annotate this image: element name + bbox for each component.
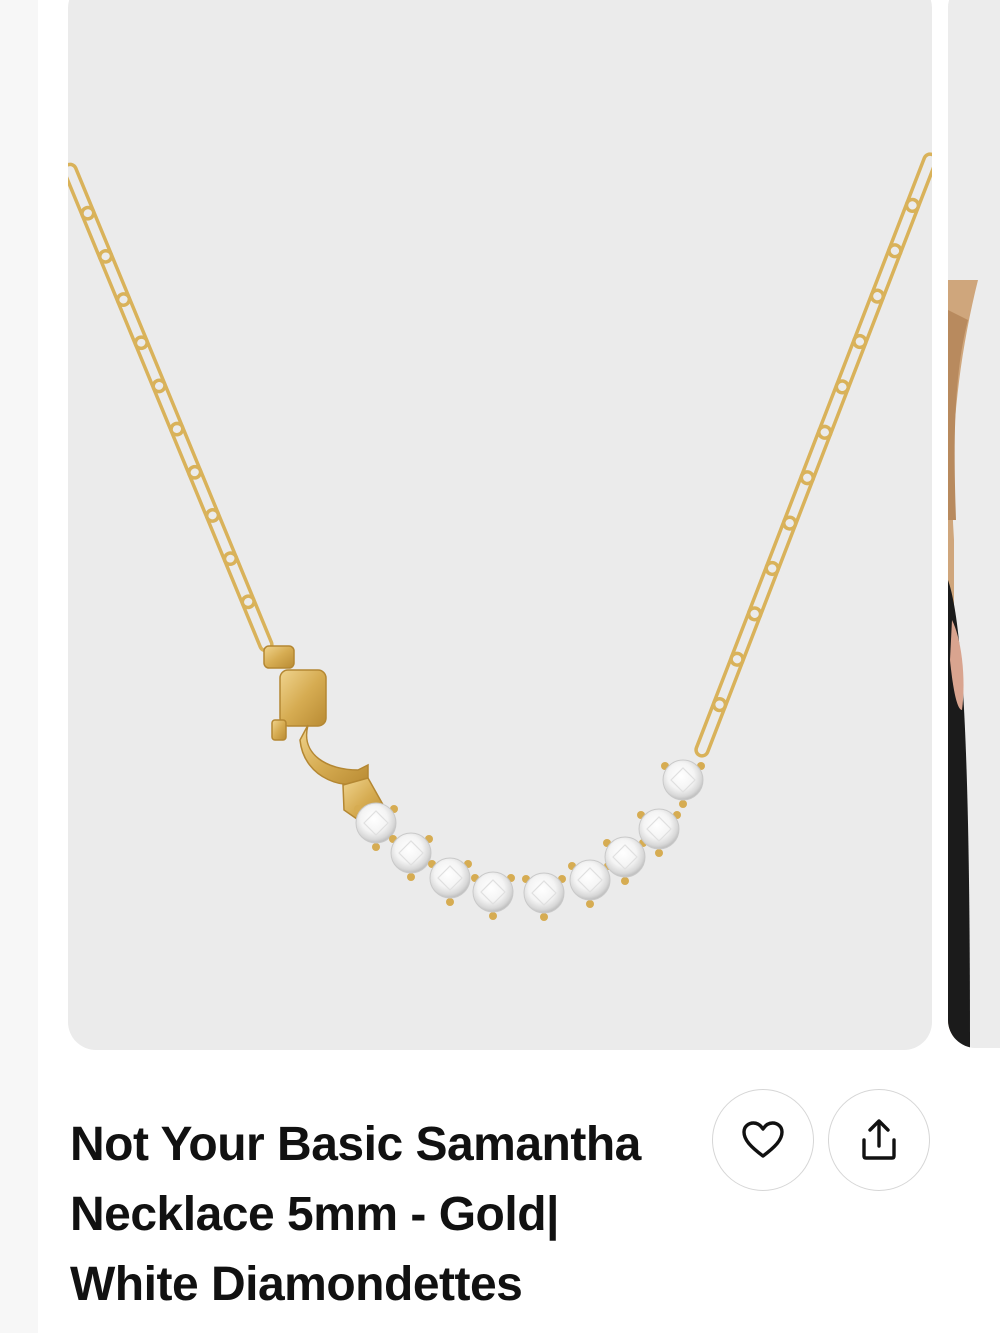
chain-link bbox=[694, 697, 728, 758]
stone bbox=[471, 871, 515, 920]
share-icon bbox=[862, 1119, 896, 1160]
chain-link bbox=[187, 464, 221, 523]
stone bbox=[389, 832, 433, 881]
chain-link bbox=[98, 248, 132, 307]
product-title-line-1: Not Your Basic Samantha bbox=[70, 1118, 641, 1171]
necklace-illustration bbox=[68, 152, 932, 921]
chain-link bbox=[151, 378, 185, 437]
chain-link bbox=[133, 335, 167, 394]
chain-link bbox=[834, 333, 868, 395]
chain-link bbox=[799, 424, 833, 486]
wishlist-button[interactable] bbox=[712, 1089, 814, 1191]
chain-link bbox=[887, 197, 921, 259]
product-image-carousel[interactable] bbox=[0, 0, 1000, 1060]
chain-link bbox=[240, 594, 274, 653]
chain-link bbox=[169, 421, 203, 480]
stone bbox=[354, 802, 398, 851]
chain-link bbox=[746, 560, 780, 622]
chain-link bbox=[80, 205, 114, 264]
chain-link bbox=[817, 379, 850, 440]
share-button[interactable] bbox=[828, 1089, 930, 1191]
product-page: Not Your Basic Samantha Necklace 5mm - Go… bbox=[0, 0, 1000, 1333]
clasp-part bbox=[279, 669, 327, 727]
chain-link bbox=[204, 508, 238, 567]
clasp-part bbox=[263, 645, 295, 669]
clasp-part bbox=[299, 724, 369, 786]
chain-link bbox=[852, 288, 886, 350]
chain-link bbox=[869, 243, 903, 304]
chain-link bbox=[764, 515, 798, 577]
clasp-part bbox=[271, 719, 287, 741]
chain-link bbox=[115, 292, 149, 351]
chain-link bbox=[782, 470, 815, 531]
product-title: Not Your Basic Samantha Necklace 5mm - Go… bbox=[70, 1110, 700, 1320]
heart-icon bbox=[742, 1121, 784, 1158]
chain-link bbox=[222, 551, 256, 610]
stone bbox=[428, 857, 472, 906]
stone bbox=[522, 872, 566, 921]
next-product-image[interactable] bbox=[948, 0, 1000, 1048]
stone bbox=[661, 759, 705, 808]
stone bbox=[568, 859, 612, 908]
product-image[interactable] bbox=[68, 0, 932, 1050]
chain-link bbox=[729, 606, 763, 667]
chain-link bbox=[711, 651, 745, 713]
product-title-line-3: White Diamondettes bbox=[70, 1258, 523, 1311]
product-title-line-2: Necklace 5mm - Gold| bbox=[70, 1188, 559, 1241]
